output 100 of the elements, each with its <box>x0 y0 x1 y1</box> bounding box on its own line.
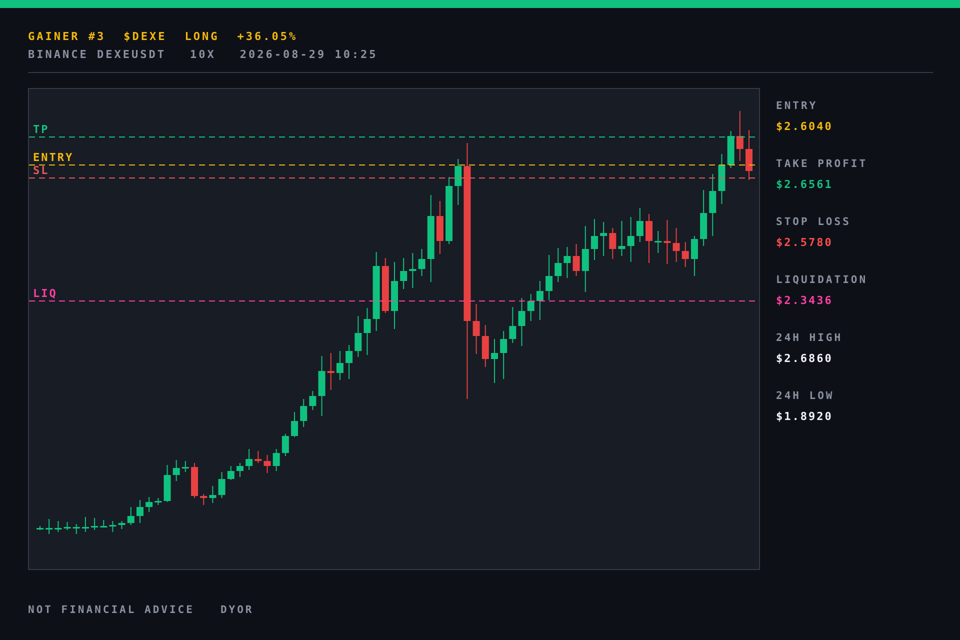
candle <box>227 466 234 480</box>
candle <box>82 516 89 532</box>
candle <box>364 308 371 356</box>
candle <box>572 244 580 276</box>
candle <box>536 280 544 320</box>
stat-label: TAKE PROFIT <box>776 158 868 170</box>
candle <box>590 218 598 260</box>
candle <box>200 494 208 506</box>
candle <box>254 450 262 464</box>
stat-value: $1.8920 <box>776 410 834 424</box>
candle <box>336 350 344 380</box>
candle <box>718 154 726 204</box>
candle <box>554 248 562 282</box>
candle <box>682 242 689 268</box>
candle <box>746 130 752 180</box>
title-text: +36.05% <box>237 30 298 44</box>
stat-label: 24H LOW <box>776 390 836 402</box>
candle <box>300 398 308 428</box>
candle <box>282 434 289 456</box>
price-level-label: LIQ <box>33 287 58 300</box>
candle <box>446 176 453 244</box>
candle <box>518 298 526 346</box>
candle <box>690 236 698 276</box>
candle <box>391 262 398 330</box>
candle <box>490 338 498 384</box>
candle <box>318 356 326 416</box>
candle <box>127 506 134 526</box>
candle <box>154 498 162 506</box>
stat-label: LIQUIDATION <box>776 274 868 286</box>
candle <box>454 158 462 206</box>
candle <box>418 248 426 276</box>
candle <box>354 316 362 358</box>
candle <box>618 220 626 256</box>
candle <box>291 412 298 438</box>
candle <box>327 352 334 390</box>
subtitle-text: 2026-08-29 10:25 <box>240 48 378 62</box>
candle <box>100 520 108 528</box>
stat-value: $2.3436 <box>776 294 834 308</box>
title-text: GAINER #3 <box>28 30 106 44</box>
candle <box>509 306 516 344</box>
price-level-label: ENTRY <box>33 151 74 164</box>
candle <box>46 518 53 534</box>
candle <box>346 344 353 380</box>
candle <box>172 460 180 482</box>
candle <box>436 200 444 254</box>
candle <box>264 454 271 474</box>
candle <box>118 520 126 530</box>
stat-value: $2.5780 <box>776 236 834 250</box>
candle <box>91 518 98 530</box>
candle <box>72 524 80 534</box>
candle <box>246 448 253 470</box>
candle <box>109 520 116 532</box>
candle <box>382 258 389 314</box>
candle <box>727 130 734 168</box>
title-text: LONG <box>184 30 220 44</box>
candle <box>664 220 671 264</box>
candle <box>527 294 534 322</box>
candle <box>646 214 653 264</box>
candle <box>672 228 680 262</box>
candle <box>409 252 416 288</box>
candle <box>582 226 589 292</box>
footer-text: NOT FINANCIAL ADVICE <box>28 604 194 616</box>
title-text: $DEXE <box>124 30 167 44</box>
candle <box>609 228 616 260</box>
candle <box>600 222 608 256</box>
candle <box>400 258 408 290</box>
candle <box>482 324 489 368</box>
stat-value: $2.6860 <box>776 352 834 366</box>
candle <box>700 190 708 246</box>
stat-value: $2.6561 <box>776 178 834 192</box>
stat-label: ENTRY <box>776 100 819 112</box>
subtitle-text: 10X <box>190 48 216 62</box>
candle <box>472 304 480 354</box>
candle <box>182 460 189 472</box>
candle <box>36 526 44 530</box>
candle <box>164 464 171 502</box>
candle <box>136 500 144 524</box>
candle <box>64 522 71 530</box>
candle <box>500 330 508 380</box>
price-level-label: TP <box>33 123 50 136</box>
stat-label: 24H HIGH <box>776 332 844 344</box>
candle <box>546 254 553 300</box>
candle <box>709 174 716 236</box>
candle <box>564 246 571 278</box>
candle <box>54 520 62 532</box>
candle <box>654 230 662 254</box>
candle <box>218 472 226 498</box>
candle <box>272 448 280 472</box>
stat-label: STOP LOSS <box>776 216 852 228</box>
candle <box>627 216 634 262</box>
candle <box>209 486 216 504</box>
candle <box>736 110 744 162</box>
price-level-label: SL <box>33 164 50 177</box>
candle <box>146 496 153 512</box>
footer-text: DYOR <box>220 604 254 616</box>
candle <box>309 390 316 410</box>
candle <box>236 462 244 478</box>
stat-value: $2.6040 <box>776 120 834 134</box>
subtitle-text: BINANCE DEXEUSDT <box>28 48 166 62</box>
candle <box>636 208 644 242</box>
